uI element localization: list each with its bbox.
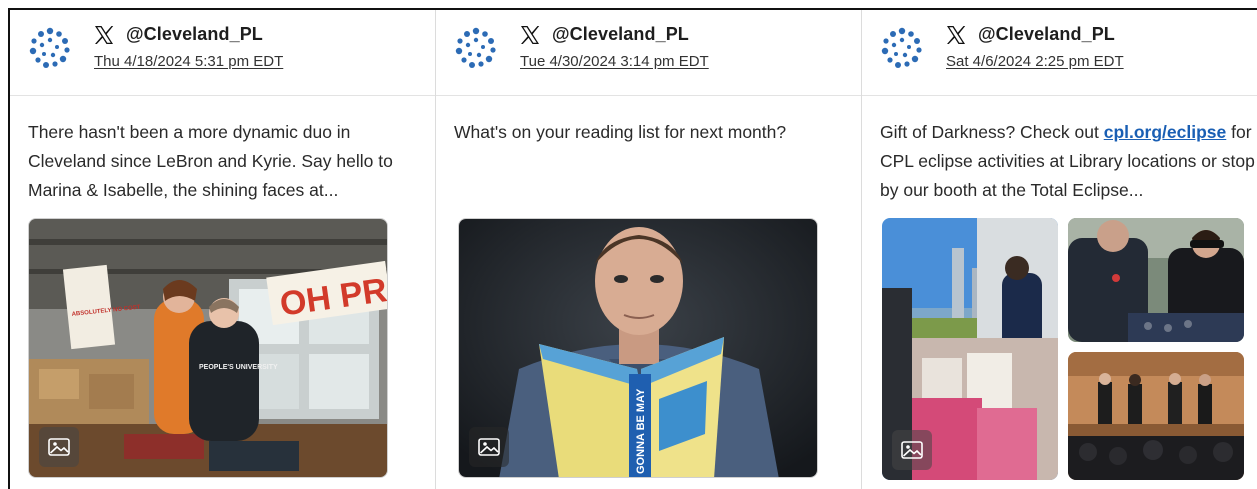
photo-tile-stage[interactable] [1068,352,1244,480]
book-spine-text: GONNA BE MAY [635,388,647,474]
post-photo[interactable]: OH PRESS ABSOLUTELY NO COST PEOPLE'S UNI… [28,218,388,478]
account-handle[interactable]: @Cleveland_PL [126,24,263,45]
post-header: @Cleveland_PL Thu 4/18/2024 5:31 pm EDT [10,10,435,96]
post-text: There hasn't been a more dynamic duo in … [28,122,393,200]
handle-row: @Cleveland_PL [946,24,1124,45]
post-timestamp-link[interactable]: Tue 4/30/2024 3:14 pm EDT [520,53,709,70]
post-body: There hasn't been a more dynamic duo in … [10,96,435,206]
photo-shirt-text: PEOPLE'S UNIVERSITY [199,364,278,371]
image-icon [478,438,500,456]
post-card[interactable]: @Cleveland_PL Sat 4/6/2024 2:25 pm EDT G… [862,10,1257,489]
post-timestamp-link[interactable]: Thu 4/18/2024 5:31 pm EDT [94,53,283,70]
photo-tile-viewers[interactable] [1068,218,1244,342]
x-logo-icon [947,25,966,44]
photo-tile-booth[interactable] [882,218,1058,480]
image-badge[interactable] [39,427,79,467]
post-photo-grid [882,218,1244,480]
account-handle[interactable]: @Cleveland_PL [552,24,689,45]
warehouse-photo-illustration: OH PRESS ABSOLUTELY NO COST PEOPLE'S UNI… [29,219,387,477]
post-header: @Cleveland_PL Tue 4/30/2024 3:14 pm EDT [436,10,861,96]
post-header: @Cleveland_PL Sat 4/6/2024 2:25 pm EDT [862,10,1257,96]
account-handle[interactable]: @Cleveland_PL [978,24,1115,45]
post-body: Gift of Darkness? Check out cpl.org/ecli… [862,96,1257,206]
viewers-photo-illustration [1068,218,1244,342]
x-logo-icon [521,25,540,44]
handle-row: @Cleveland_PL [94,24,283,45]
stage-photo-illustration [1068,352,1244,480]
social-feed-frame: @Cleveland_PL Thu 4/18/2024 5:31 pm EDT … [8,8,1257,489]
eclipse-link[interactable]: cpl.org/eclipse [1104,122,1227,142]
image-badge[interactable] [892,430,932,470]
post-meta: @Cleveland_PL Thu 4/18/2024 5:31 pm EDT [94,24,283,70]
x-logo-icon [95,25,114,44]
post-text-before: Gift of Darkness? Check out [880,122,1104,142]
post-photo[interactable]: GONNA BE MAY [458,218,818,478]
image-icon [901,441,923,459]
handle-row: @Cleveland_PL [520,24,709,45]
library-logo-icon[interactable] [880,26,924,70]
post-meta: @Cleveland_PL Tue 4/30/2024 3:14 pm EDT [520,24,709,70]
image-icon [48,438,70,456]
library-logo-icon[interactable] [454,26,498,70]
post-text: Gift of Darkness? Check out cpl.org/ecli… [880,118,1257,206]
reading-photo-illustration: GONNA BE MAY [459,219,817,477]
social-feed: @Cleveland_PL Thu 4/18/2024 5:31 pm EDT … [10,10,1257,489]
post-text: What's on your reading list for next mon… [454,122,787,142]
post-card[interactable]: @Cleveland_PL Thu 4/18/2024 5:31 pm EDT … [10,10,436,489]
image-badge[interactable] [469,427,509,467]
post-card[interactable]: @Cleveland_PL Tue 4/30/2024 3:14 pm EDT … [436,10,862,489]
library-logo-icon[interactable] [28,26,72,70]
post-body: What's on your reading list for next mon… [436,96,861,206]
post-meta: @Cleveland_PL Sat 4/6/2024 2:25 pm EDT [946,24,1124,70]
post-timestamp-link[interactable]: Sat 4/6/2024 2:25 pm EDT [946,53,1124,70]
